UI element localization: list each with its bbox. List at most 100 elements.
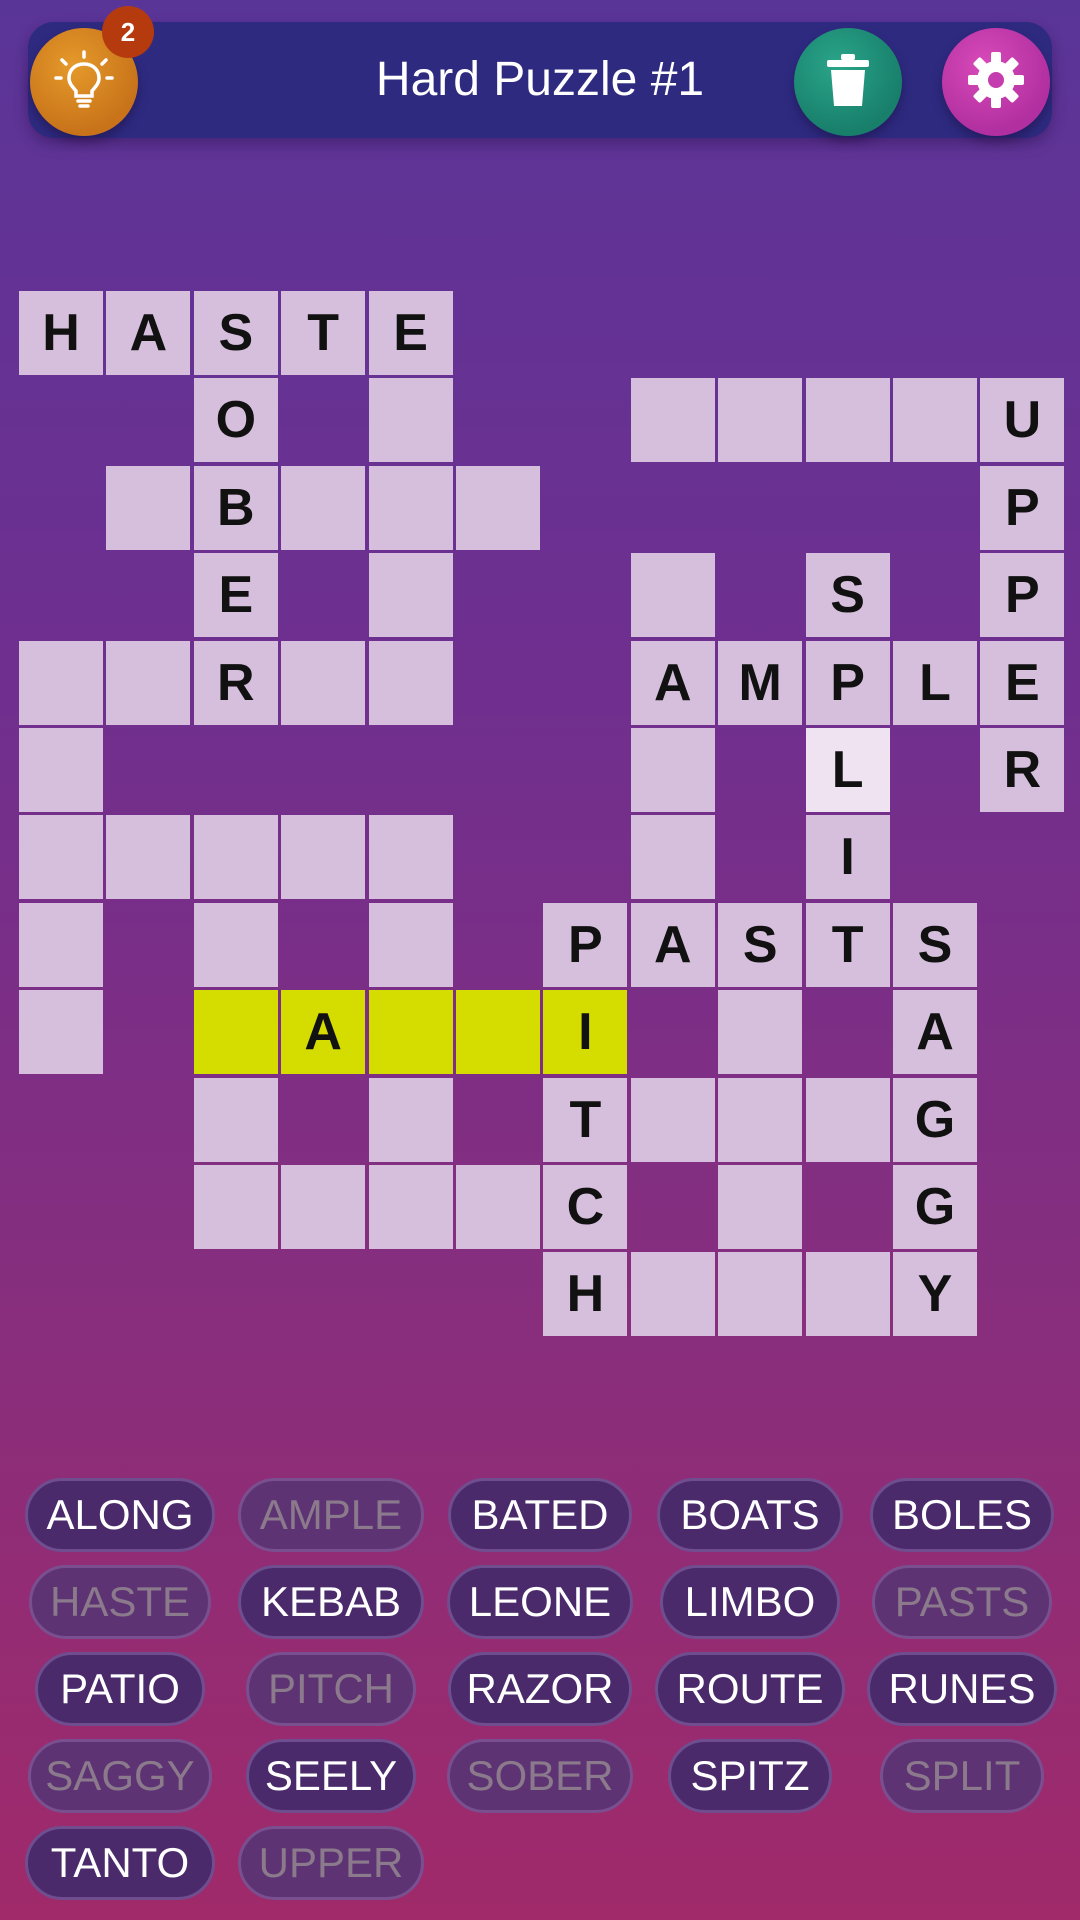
grid-cell[interactable] [718,1077,803,1162]
grid-cell[interactable] [718,378,803,463]
grid-cell[interactable] [193,1165,278,1249]
grid-cell[interactable] [718,1165,803,1249]
grid-cell[interactable]: A [106,291,191,375]
grid-cell[interactable]: S [193,291,278,375]
grid-cell[interactable] [368,1077,453,1162]
grid-cell[interactable] [106,815,191,900]
grid-cell[interactable] [368,465,453,550]
grid-cell[interactable]: I [805,815,890,900]
word-chip[interactable]: RAZOR [448,1652,632,1726]
grid-cell[interactable] [193,902,278,987]
grid-cell[interactable] [193,990,278,1075]
grid-cell[interactable] [630,1252,715,1337]
grid-cell[interactable]: T [543,1077,628,1162]
grid-cell[interactable] [893,378,977,463]
grid-cell[interactable] [630,728,715,812]
word-chip[interactable]: KEBAB [238,1565,424,1639]
grid-cell[interactable] [281,815,366,900]
grid-cell[interactable] [630,553,715,638]
grid-cell[interactable]: R [193,640,278,725]
grid-cell[interactable]: L [893,640,977,725]
grid-cell[interactable]: L [805,728,890,812]
word-chip[interactable]: SPLIT [880,1739,1044,1813]
word-chip[interactable]: PASTS [872,1565,1052,1639]
grid-cell[interactable] [368,990,453,1075]
grid-cell[interactable] [193,815,278,900]
grid-cell[interactable]: R [980,728,1065,812]
word-chip[interactable]: ROUTE [655,1652,845,1726]
word-chip[interactable]: PITCH [246,1652,416,1726]
grid-cell[interactable] [630,1077,715,1162]
grid-cell[interactable]: C [543,1165,628,1249]
grid-cell[interactable] [805,378,890,463]
grid-cell[interactable]: S [805,553,890,638]
word-chip[interactable]: BATED [448,1478,632,1552]
grid-cell[interactable] [193,1077,278,1162]
grid-cell[interactable]: P [543,902,628,987]
grid-cell[interactable]: P [980,465,1065,550]
word-chip[interactable]: LIMBO [660,1565,840,1639]
grid-cell[interactable]: A [893,990,977,1075]
grid-cell[interactable] [19,902,103,987]
word-chip[interactable]: TANTO [25,1826,215,1900]
grid-cell[interactable] [456,1165,540,1249]
grid-cell[interactable] [718,990,803,1075]
grid-cell[interactable]: H [19,291,103,375]
grid-cell[interactable]: A [281,990,366,1075]
grid-cell[interactable]: U [980,378,1065,463]
grid-cell[interactable] [805,1252,890,1337]
grid-cell[interactable]: S [893,902,977,987]
grid-cell[interactable] [718,1252,803,1337]
word-chip[interactable]: HASTE [29,1565,211,1639]
grid-cell[interactable] [19,728,103,812]
grid-cell[interactable] [281,465,366,550]
grid-cell[interactable] [19,815,103,900]
word-chip[interactable]: BOLES [870,1478,1054,1552]
grid-cell[interactable] [19,640,103,725]
grid-cell[interactable]: G [893,1077,977,1162]
grid-cell[interactable]: O [193,378,278,463]
grid-cell[interactable] [106,465,191,550]
word-chip[interactable]: PATIO [35,1652,205,1726]
word-chip[interactable]: SPITZ [668,1739,832,1813]
grid-cell[interactable] [456,990,540,1075]
grid-cell[interactable] [368,378,453,463]
grid-cell[interactable]: G [893,1165,977,1249]
grid-cell[interactable] [630,815,715,900]
grid-cell[interactable] [106,640,191,725]
grid-cell[interactable]: M [718,640,803,725]
grid-cell[interactable]: E [368,291,453,375]
word-chip[interactable]: RUNES [867,1652,1057,1726]
grid-cell[interactable]: S [718,902,803,987]
grid-cell[interactable] [281,1165,366,1249]
word-chip[interactable]: SOBER [447,1739,633,1813]
grid-cell[interactable] [368,815,453,900]
grid-cell[interactable]: H [543,1252,628,1337]
grid-cell[interactable]: E [980,640,1065,725]
grid-cell[interactable]: T [281,291,366,375]
grid-cell[interactable] [281,640,366,725]
word-chip[interactable]: SAGGY [28,1739,212,1813]
grid-cell[interactable]: A [630,640,715,725]
word-chip[interactable]: UPPER [238,1826,424,1900]
grid-cell[interactable] [805,1077,890,1162]
word-chip[interactable]: SEELY [246,1739,416,1813]
grid-cell[interactable] [368,902,453,987]
word-chip[interactable]: AMPLE [238,1478,424,1552]
grid-cell[interactable]: E [193,553,278,638]
grid-cell[interactable]: P [805,640,890,725]
grid-cell[interactable]: Y [893,1252,977,1337]
grid-cell[interactable]: T [805,902,890,987]
grid-cell[interactable] [368,553,453,638]
grid-cell[interactable] [19,990,103,1075]
grid-cell[interactable] [368,1165,453,1249]
grid-cell[interactable]: B [193,465,278,550]
grid-cell[interactable]: P [980,553,1065,638]
grid-cell[interactable]: A [630,902,715,987]
word-chip[interactable]: LEONE [447,1565,633,1639]
grid-cell[interactable] [630,378,715,463]
grid-cell[interactable]: I [543,990,628,1075]
word-chip[interactable]: BOATS [657,1478,843,1552]
grid-cell[interactable] [456,465,540,550]
grid-cell[interactable] [368,640,453,725]
